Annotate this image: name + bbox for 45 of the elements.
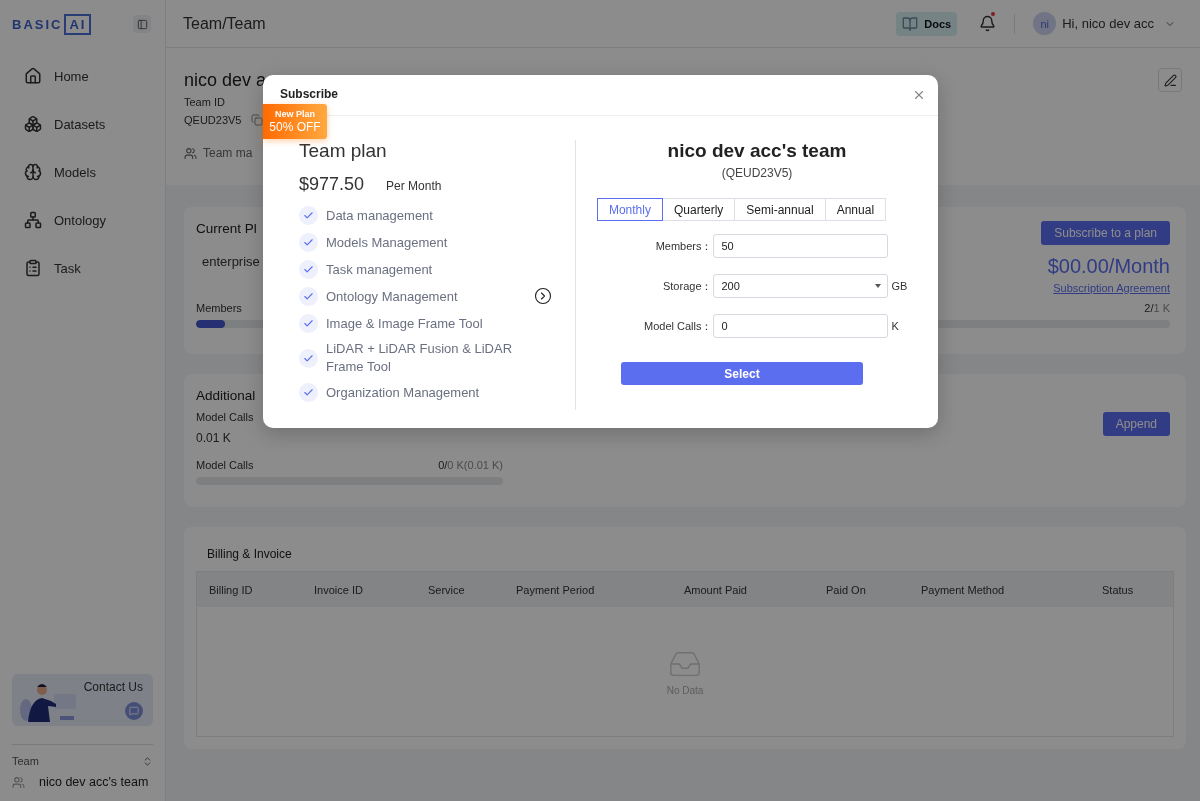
unit-label: K xyxy=(890,320,900,332)
logo: BASIC AI xyxy=(12,13,92,35)
meter-label: Model Calls xyxy=(196,459,254,471)
column-header: Status xyxy=(1102,583,1135,596)
feature-text: Task management xyxy=(326,260,433,279)
card-title: Additional xyxy=(196,388,256,403)
team-id: (QEUD23V5) xyxy=(721,166,793,180)
feature-text: Image & Image Frame Tool xyxy=(326,314,483,333)
meter-count: 2/1 K xyxy=(1144,302,1170,314)
field-label: Members： xyxy=(654,238,713,254)
card-title: Current Pl xyxy=(196,221,258,236)
column-header: Service xyxy=(428,583,466,596)
feature-text: LiDAR + LiDAR Fusion & LiDAR Frame Tool xyxy=(326,340,514,376)
field-label: Model Calls： xyxy=(643,318,713,334)
column-header: Paid On xyxy=(826,583,867,596)
team-label: Team xyxy=(12,755,39,767)
column-header: Invoice ID xyxy=(314,583,364,596)
badge-label: New Plan xyxy=(275,108,315,120)
plan-name: Team plan xyxy=(299,140,388,162)
plan-name: enterprise xyxy=(201,254,260,269)
price-period: Per Month xyxy=(386,179,442,193)
column-header: Payment Method xyxy=(921,583,1006,596)
field-label: Storage： xyxy=(661,278,713,294)
column-header: Billing ID xyxy=(209,583,254,596)
column-header: Payment Period xyxy=(516,583,596,596)
feature-text: Ontology Management xyxy=(326,287,458,306)
dialog-title: Subscribe xyxy=(280,87,339,101)
team-id-label: Team ID xyxy=(184,96,226,108)
badge-discount: 50% OFF xyxy=(269,119,321,135)
breadcrumb: Team/Team xyxy=(183,14,267,33)
unit-label: GB xyxy=(890,280,909,292)
meter-count: 0/0 K(0.01 K) xyxy=(438,459,503,471)
plan-price: $00.00/Month xyxy=(1047,255,1170,278)
feature-text: Data management xyxy=(326,206,433,225)
field-value: 0.01 K xyxy=(196,431,232,445)
column-header: Amount Paid xyxy=(684,583,748,596)
feature-text: Models Management xyxy=(326,233,448,252)
card-title: Billing & Invoice xyxy=(206,547,293,561)
field-label: Model Calls xyxy=(196,411,255,423)
team-title: nico dev acc's team xyxy=(667,140,847,162)
contact-label: Contact Us xyxy=(83,680,143,694)
team-id: QEUD23V5 xyxy=(184,114,242,126)
meter-label: Members xyxy=(196,302,242,314)
plan-price: $977.50 xyxy=(299,174,365,195)
feature-text: Organization Management xyxy=(326,383,480,402)
